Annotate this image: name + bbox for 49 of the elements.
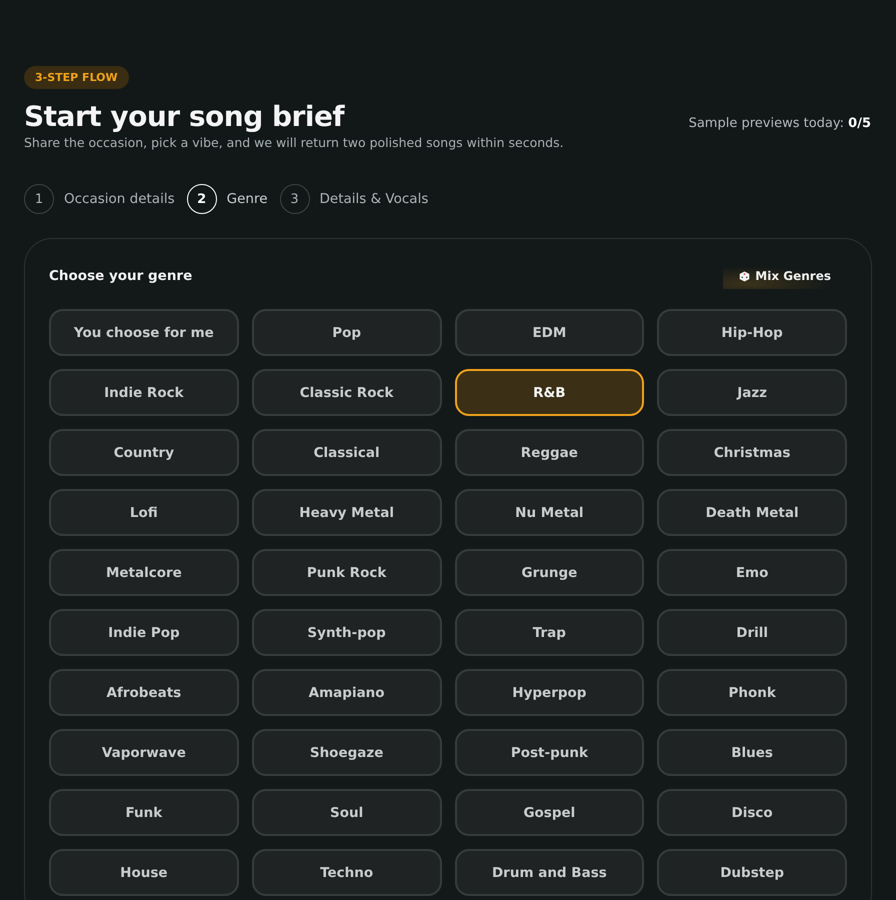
genre-option[interactable]: Funk	[49, 789, 239, 836]
genre-option[interactable]: Classic Rock	[252, 369, 442, 416]
genre-option[interactable]: Punk Rock	[252, 549, 442, 596]
genre-option[interactable]: Gospel	[454, 789, 644, 836]
genre-option[interactable]: Reggae	[454, 429, 644, 476]
genre-option[interactable]: Soul	[252, 789, 442, 836]
genre-option[interactable]: Dubstep	[657, 849, 847, 896]
genre-option[interactable]: You choose for me	[49, 309, 239, 356]
genre-option[interactable]: Indie Pop	[49, 609, 239, 656]
sample-previews-counter: Sample previews today: 0/5	[688, 116, 872, 131]
genre-option[interactable]: Phonk	[657, 669, 847, 716]
genre-option[interactable]: Nu Metal	[454, 489, 644, 536]
genre-option[interactable]: Synth-pop	[252, 609, 442, 656]
page-title: Start your song brief	[24, 100, 346, 133]
genre-option[interactable]: Country	[49, 429, 239, 476]
genre-option[interactable]: Death Metal	[657, 489, 847, 536]
genre-option[interactable]: Hyperpop	[454, 669, 644, 716]
genre-option[interactable]: Jazz	[657, 369, 847, 416]
genre-option[interactable]: Classical	[252, 429, 442, 476]
genre-option[interactable]: Lofi	[49, 489, 239, 536]
genre-option[interactable]: Heavy Metal	[252, 489, 442, 536]
genre-heading: Choose your genre	[49, 268, 192, 284]
genre-option[interactable]: Drum and Bass	[454, 849, 644, 896]
genre-option[interactable]: Techno	[252, 849, 442, 896]
flow-badge: 3-STEP FLOW	[24, 66, 129, 89]
genre-option[interactable]: House	[49, 849, 239, 896]
genre-option[interactable]: Amapiano	[252, 669, 442, 716]
genre-option[interactable]: Post-punk	[454, 729, 644, 776]
page-subtitle: Share the occasion, pick a vibe, and we will return two polished songs within seconds.	[24, 135, 564, 150]
genre-option[interactable]: Indie Rock	[49, 369, 239, 416]
step-tab[interactable]: 2 Genre	[186, 184, 268, 214]
dice-icon	[739, 270, 750, 282]
step-tab[interactable]: 1 Occasion details	[24, 184, 175, 214]
genre-option[interactable]: Trap	[454, 609, 644, 656]
genre-option[interactable]: Shoegaze	[252, 729, 442, 776]
step-tab[interactable]: 3 Details & Vocals	[280, 184, 428, 214]
genre-option[interactable]: Christmas	[657, 429, 847, 476]
genre-option[interactable]: Disco	[657, 789, 847, 836]
genre-option[interactable]: Drill	[657, 609, 847, 656]
genre-option[interactable]: Afrobeats	[49, 669, 239, 716]
genre-option[interactable]: Emo	[657, 549, 847, 596]
genre-option[interactable]: Hip-Hop	[657, 309, 847, 356]
genre-option[interactable]: EDM	[454, 309, 644, 356]
genre-option[interactable]: Metalcore	[49, 549, 239, 596]
genre-option[interactable]: Blues	[657, 729, 847, 776]
genre-option[interactable]: Grunge	[454, 549, 644, 596]
genre-option[interactable]: Vaporwave	[49, 729, 239, 776]
genre-option[interactable]: Pop	[252, 309, 442, 356]
genre-option[interactable]: R&B	[454, 369, 644, 416]
